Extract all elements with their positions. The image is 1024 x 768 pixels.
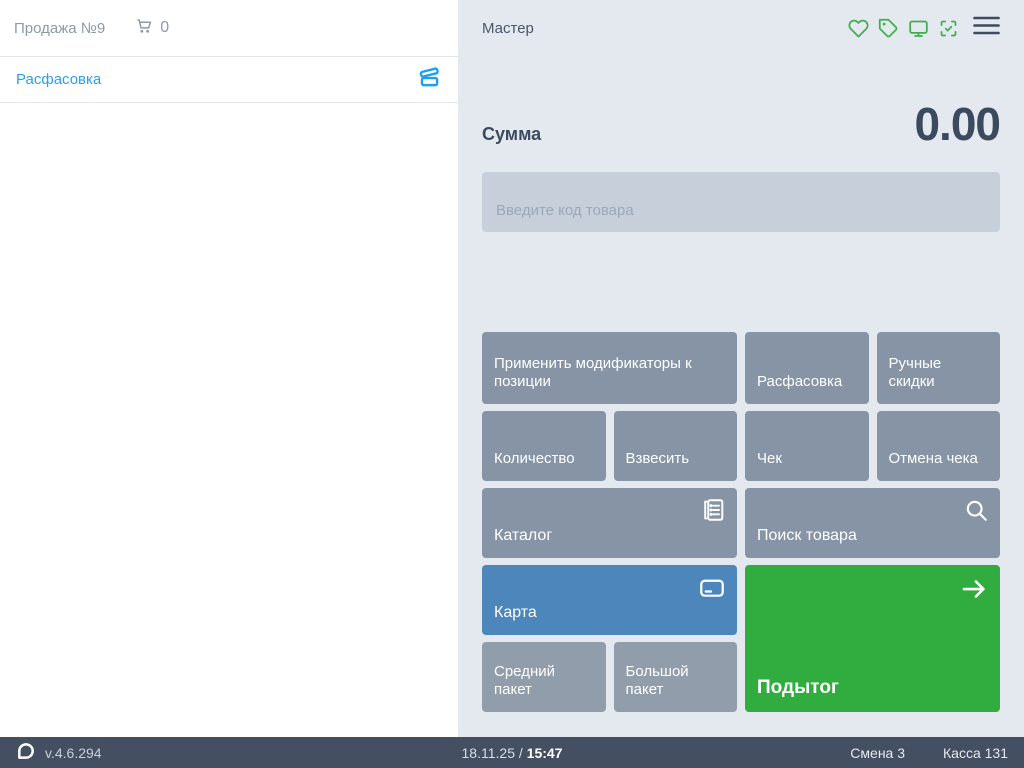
cart-counter: 0 xyxy=(135,17,169,40)
display-icon xyxy=(908,18,929,39)
open-box-icon xyxy=(416,64,442,95)
button-label: Взвесить xyxy=(625,450,690,468)
product-code-input[interactable] xyxy=(482,172,1000,232)
scan-check-icon xyxy=(938,18,959,39)
time-label: 15:47 xyxy=(526,744,563,761)
arrow-right-icon xyxy=(959,574,989,611)
receipt-header: Продажа №9 0 xyxy=(0,0,458,57)
button-label: Подытог xyxy=(757,677,839,699)
heart-icon xyxy=(848,18,869,39)
actions-panel: Мастер Сумма 0.00 Введите код товара При… xyxy=(458,0,1024,737)
packing-button[interactable]: Расфасовка xyxy=(745,332,869,404)
button-label: Ручные скидки xyxy=(888,354,942,391)
product-search-button[interactable]: Поиск товара xyxy=(745,488,1000,558)
cart-item-label: Расфасовка xyxy=(16,71,102,88)
sum-label: Сумма xyxy=(482,124,542,144)
button-label: Количество xyxy=(494,450,575,468)
button-label: Применить модификаторы к позиции xyxy=(494,354,692,391)
cancel-receipt-button[interactable]: Отмена чека xyxy=(876,411,1000,481)
catalog-icon xyxy=(700,497,726,529)
medium-bag-button[interactable]: Средний пакет xyxy=(482,642,606,712)
card-icon xyxy=(698,574,726,608)
button-label: Каталог xyxy=(494,527,553,544)
date-label: 18.11.25 xyxy=(461,744,515,761)
shift-label: Смена 3 xyxy=(850,744,906,761)
app-version: v.4.6.294 xyxy=(45,744,102,761)
status-icons xyxy=(848,18,959,39)
cart-line-item[interactable]: Расфасовка xyxy=(0,57,458,103)
tag-icon xyxy=(878,18,899,39)
large-bag-button[interactable]: Большой пакет xyxy=(613,642,737,712)
apply-modifiers-button[interactable]: Применить модификаторы к позиции xyxy=(482,332,737,404)
catalog-button[interactable]: Каталог xyxy=(482,488,737,558)
status-left: v.4.6.294 xyxy=(16,741,102,764)
button-label: Большой пакет xyxy=(625,662,689,699)
weigh-button[interactable]: Взвесить xyxy=(613,411,737,481)
register-label: Касса 131 xyxy=(943,744,1008,761)
status-right: Смена 3 Касса 131 xyxy=(850,745,1008,761)
keypad-grid: Применить модификаторы к позиции Расфасо… xyxy=(482,332,1000,712)
sale-title: Продажа №9 xyxy=(14,19,106,37)
cart-count: 0 xyxy=(160,19,170,36)
top-bar: Мастер xyxy=(482,0,1000,38)
button-label: Карта xyxy=(494,604,537,621)
brand-logo xyxy=(16,741,36,764)
button-label: Отмена чека xyxy=(888,450,978,468)
status-bar: v.4.6.294 18.11.25 / 15:47 Смена 3 Касса… xyxy=(0,737,1024,768)
datetime: 18.11.25 / 15:47 xyxy=(462,745,563,761)
sum-row: Сумма 0.00 xyxy=(482,98,1001,150)
card-button[interactable]: Карта xyxy=(482,565,737,635)
button-label: Расфасовка xyxy=(757,373,843,391)
button-label: Чек xyxy=(757,450,782,468)
subtotal-button[interactable]: Подытог xyxy=(745,565,1000,712)
button-label: Средний пакет xyxy=(494,662,555,699)
receipt-button[interactable]: Чек xyxy=(745,411,869,481)
receipt-panel: Продажа №9 0 Расфасовка xyxy=(0,0,458,737)
user-name: Мастер xyxy=(482,19,534,37)
sum-value: 0.00 xyxy=(914,98,1001,150)
button-label: Поиск товара xyxy=(757,527,857,544)
menu-icon[interactable] xyxy=(973,16,1000,40)
quantity-button[interactable]: Количество xyxy=(482,411,606,481)
search-icon xyxy=(963,497,989,529)
pos-app: Продажа №9 0 Расфасовка Мастер Сумма 0.0… xyxy=(0,0,1024,737)
cart-icon xyxy=(135,17,153,40)
manual-discounts-button[interactable]: Ручные скидки xyxy=(876,332,1000,404)
datetime-separator: / xyxy=(518,744,523,761)
